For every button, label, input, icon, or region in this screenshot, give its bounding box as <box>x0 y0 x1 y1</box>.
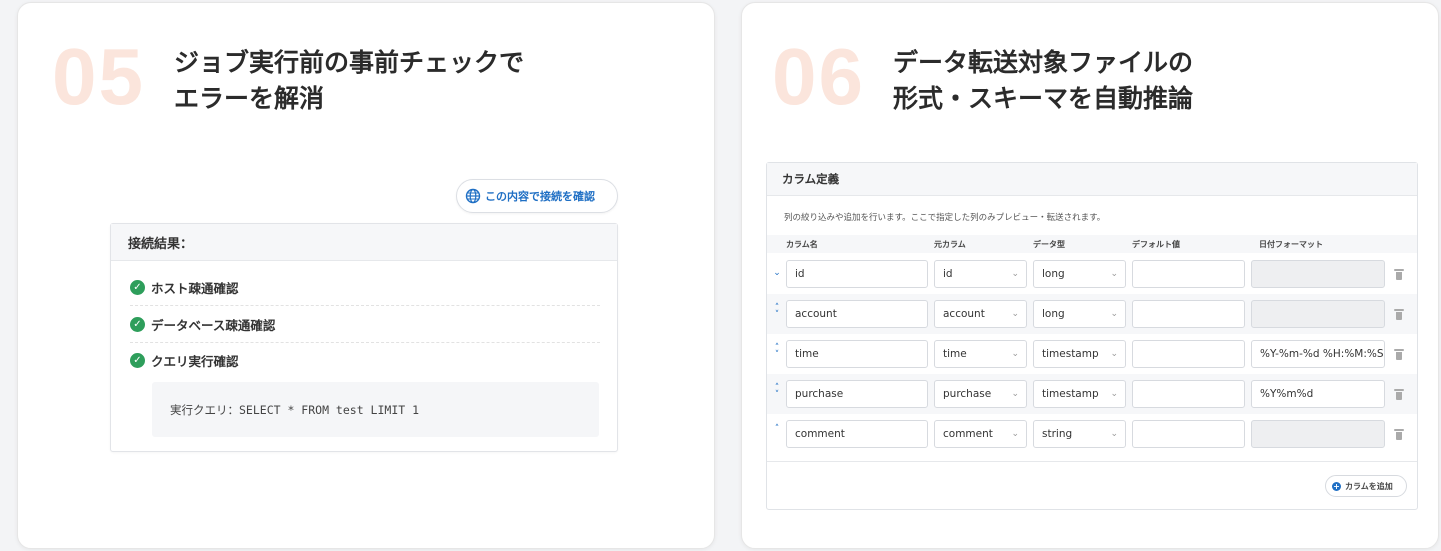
default-value-input[interactable] <box>1132 380 1245 408</box>
feature-card-06: 06 データ転送対象ファイルの 形式・スキーマを自動推論 カラム定義 列の絞り込… <box>741 2 1439 549</box>
divider <box>767 461 1417 462</box>
reorder-icon[interactable]: ˄ ˅ <box>772 304 782 320</box>
reorder-icon[interactable]: ˄ ˅ <box>772 344 782 360</box>
data-type-value: long <box>1042 308 1065 320</box>
chevron-down-icon: ⌄ <box>1011 309 1019 319</box>
check-circle-icon: ✓ <box>130 353 145 368</box>
col-header-default: デフォルト値 <box>1132 240 1180 249</box>
feature-card-05: 05 ジョブ実行前の事前チェックで エラーを解消 この内容で接続を確認 接続結果… <box>17 2 715 549</box>
data-type-select[interactable]: timestamp ⌄ <box>1033 340 1126 368</box>
executed-query: 実行クエリ：SELECT * FROM test LIMIT 1 <box>152 382 599 437</box>
check-circle-icon: ✓ <box>130 316 145 332</box>
source-column-value: id <box>943 268 953 280</box>
table-row: ˄ ˅ account account ⌄ long ⌄ <box>767 294 1417 334</box>
source-column-select[interactable]: comment ⌄ <box>934 420 1027 448</box>
chevron-down-icon: ⌄ <box>1011 429 1019 439</box>
data-type-value: string <box>1042 428 1073 440</box>
test-connection-button[interactable]: この内容で接続を確認 <box>456 179 618 213</box>
title-line-1: データ転送対象ファイルの <box>893 48 1194 77</box>
data-type-value: long <box>1042 268 1065 280</box>
data-type-value: timestamp <box>1042 348 1099 360</box>
date-format-input <box>1251 420 1385 448</box>
table-row: ˄ ˅ time time ⌄ timestamp ⌄ %Y-%m-%d %H:%M:… <box>767 334 1417 374</box>
chevron-down-icon: ⌄ <box>1110 269 1118 279</box>
add-column-label: カラムを追加 <box>1345 481 1393 491</box>
data-type-select[interactable]: long ⌄ <box>1033 300 1126 328</box>
date-format-input <box>1251 300 1385 328</box>
column-name-input[interactable]: purchase <box>786 380 928 408</box>
chevron-down-icon: ⌄ <box>1011 269 1019 279</box>
data-type-select[interactable]: string ⌄ <box>1033 420 1126 448</box>
result-label: データベース疎通確認 <box>151 317 276 333</box>
result-label: ホスト疎通確認 <box>151 280 239 296</box>
title-line-2: 形式・スキーマを自動推論 <box>893 84 1194 113</box>
result-item: ✓ ホスト疎通確認 <box>130 269 600 306</box>
plus-circle-icon: + <box>1332 481 1341 491</box>
default-value-input[interactable] <box>1132 340 1245 368</box>
title-line-1: ジョブ実行前の事前チェックで <box>174 48 525 77</box>
trash-icon[interactable] <box>1394 348 1404 360</box>
step-number: 06 <box>772 32 865 121</box>
data-type-select[interactable]: long ⌄ <box>1033 260 1126 288</box>
connection-result-panel: 接続結果： ✓ ホスト疎通確認 ✓ データベース疎通確認 ✓ クエリ実行確認 実… <box>110 223 618 452</box>
move-down-icon[interactable]: ⌄ <box>772 269 782 278</box>
trash-icon[interactable] <box>1394 268 1404 280</box>
chevron-down-icon: ⌄ <box>1011 389 1019 399</box>
source-column-select[interactable]: id ⌄ <box>934 260 1027 288</box>
col-header-source: 元カラム <box>934 240 966 249</box>
default-value-input[interactable] <box>1132 300 1245 328</box>
column-name-input[interactable]: time <box>786 340 928 368</box>
col-header-name: カラム名 <box>786 240 818 249</box>
chevron-down-icon: ⌄ <box>1011 349 1019 359</box>
test-connection-label: この内容で接続を確認 <box>485 190 595 203</box>
date-format-input <box>1251 260 1385 288</box>
check-circle-icon: ✓ <box>130 279 145 295</box>
reorder-icon[interactable]: ˄ ˅ <box>772 384 782 400</box>
move-up-icon[interactable]: ˄ <box>772 425 782 434</box>
globe-icon <box>465 188 481 204</box>
trash-icon[interactable] <box>1394 308 1404 320</box>
column-name-input[interactable]: account <box>786 300 928 328</box>
default-value-input[interactable] <box>1132 260 1245 288</box>
table-row: ⌄ id id ⌄ long ⌄ <box>767 254 1417 294</box>
trash-icon[interactable] <box>1394 388 1404 400</box>
chevron-down-icon: ⌄ <box>1110 429 1118 439</box>
panel-title: カラム定義 <box>767 163 1417 196</box>
table-row: ˄ comment comment ⌄ string ⌄ <box>767 414 1417 454</box>
source-column-select[interactable]: account ⌄ <box>934 300 1027 328</box>
panel-description: 列の絞り込みや追加を行います。ここで指定した列のみプレビュー・転送されます。 <box>784 213 1106 223</box>
date-format-input[interactable]: %Y-%m-%d %H:%M:%S <box>1251 340 1385 368</box>
source-column-value: account <box>943 308 985 320</box>
table-row: ˄ ˅ purchase purchase ⌄ timestamp ⌄ %Y%m%d <box>767 374 1417 414</box>
result-label: クエリ実行確認 <box>151 354 239 369</box>
source-column-select[interactable]: purchase ⌄ <box>934 380 1027 408</box>
date-format-input[interactable]: %Y%m%d <box>1251 380 1385 408</box>
column-name-input[interactable]: comment <box>786 420 928 448</box>
add-column-button[interactable]: + カラムを追加 <box>1325 475 1407 497</box>
column-definition-panel: カラム定義 列の絞り込みや追加を行います。ここで指定した列のみプレビュー・転送さ… <box>766 162 1418 510</box>
data-type-value: timestamp <box>1042 388 1099 400</box>
data-type-select[interactable]: timestamp ⌄ <box>1033 380 1126 408</box>
source-column-value: comment <box>943 428 993 440</box>
chevron-down-icon: ⌄ <box>1110 389 1118 399</box>
col-header-date-format: 日付フォーマット <box>1259 240 1323 249</box>
step-number: 05 <box>52 32 145 121</box>
title-line-2: エラーを解消 <box>174 84 325 113</box>
column-name-input[interactable]: id <box>786 260 928 288</box>
chevron-down-icon: ⌄ <box>1110 309 1118 319</box>
feature-title: データ転送対象ファイルの 形式・スキーマを自動推論 <box>893 45 1193 117</box>
source-column-value: purchase <box>943 388 992 400</box>
result-item: ✓ データベース疎通確認 <box>130 306 600 343</box>
default-value-input[interactable] <box>1132 420 1245 448</box>
col-header-type: データ型 <box>1033 240 1065 249</box>
feature-title: ジョブ実行前の事前チェックで エラーを解消 <box>174 45 524 117</box>
source-column-value: time <box>943 348 967 360</box>
result-item: ✓ クエリ実行確認 <box>130 342 600 379</box>
trash-icon[interactable] <box>1394 428 1404 440</box>
source-column-select[interactable]: time ⌄ <box>934 340 1027 368</box>
result-title: 接続結果： <box>111 224 617 261</box>
chevron-down-icon: ⌄ <box>1110 349 1118 359</box>
